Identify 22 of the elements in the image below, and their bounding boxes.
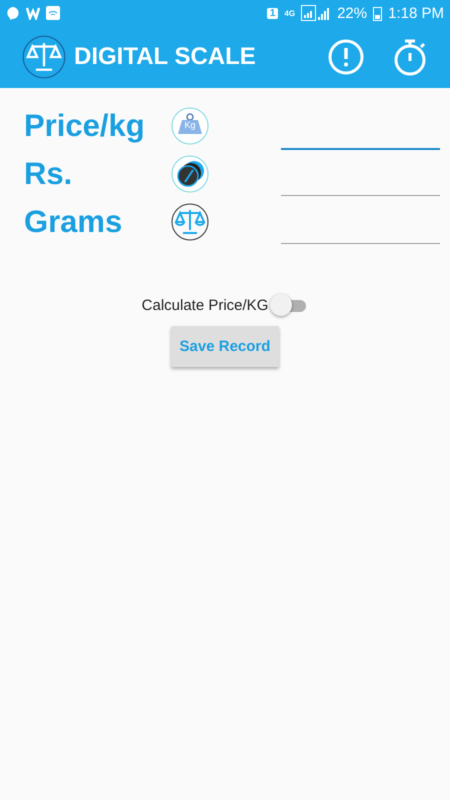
sim-indicator: 1 <box>266 8 278 18</box>
clock: 1:18 PM <box>388 4 444 22</box>
network-type: 4G <box>284 8 296 18</box>
alert-icon[interactable] <box>328 39 364 75</box>
save-record-button[interactable]: Save Record <box>170 326 280 367</box>
wifi-icon <box>46 6 60 20</box>
scale-icon <box>171 203 209 241</box>
field-label: Rs. <box>24 156 74 192</box>
weight-icon: Kg <box>171 107 209 145</box>
coins-icon <box>171 155 209 193</box>
stopwatch-icon[interactable] <box>392 38 428 76</box>
messenger-icon <box>6 6 20 20</box>
field-label: Grams <box>24 204 124 240</box>
field-label: Price/kg <box>24 108 146 144</box>
signal-icon <box>301 5 332 21</box>
toggle-switch[interactable] <box>270 294 308 316</box>
w-logo-icon <box>26 6 40 20</box>
scale-logo-icon <box>22 35 66 79</box>
app-title: DIGITAL SCALE <box>74 43 257 71</box>
toggle-label: Calculate Price/KG <box>142 296 268 314</box>
battery-icon <box>373 6 382 20</box>
battery-percent: 22% <box>337 4 368 22</box>
